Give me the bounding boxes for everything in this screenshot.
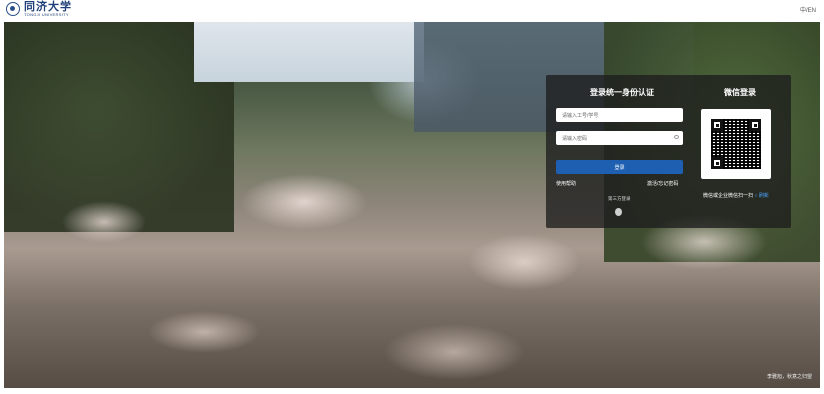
language-switch[interactable]: 中/EN [800, 5, 816, 14]
wechat-refresh-link[interactable]: ○ 刷新 [754, 193, 768, 199]
qr-pattern [711, 119, 761, 169]
university-logo[interactable]: 同济大学 TONGJI UNIVERSITY [6, 1, 72, 17]
login-title: 登录统一身份认证 [590, 88, 654, 97]
username-placeholder: 请输入工号/学号 [562, 112, 599, 119]
qr-finder-top-left [711, 119, 723, 131]
login-button-label: 登录 [614, 164, 625, 171]
photo-credit: 李雅旭，秋意之归望 [766, 374, 812, 380]
university-seal-icon [6, 2, 20, 16]
logo-chinese-name: 同济大学 [24, 0, 72, 13]
wechat-login-title: 微信登录 [724, 88, 756, 97]
password-eye-icon[interactable] [674, 135, 679, 139]
forgot-password-link[interactable]: 激活/忘记密码 [647, 180, 678, 187]
qr-finder-bottom-left [711, 157, 723, 169]
qr-finder-top-right [749, 119, 761, 131]
login-panel: 登录统一身份认证 微信登录 请输入工号/学号 请输入密码 登录 使用帮助 激活/… [546, 75, 791, 228]
username-input[interactable]: 请输入工号/学号 [556, 108, 683, 122]
help-link[interactable]: 使用帮助 [556, 180, 576, 187]
logo-text: 同济大学 TONGJI UNIVERSITY [24, 1, 72, 17]
password-placeholder: 请输入密码 [562, 135, 588, 142]
third-party-login-icon[interactable] [615, 208, 622, 216]
password-input[interactable]: 请输入密码 [556, 131, 683, 145]
wechat-scan-text: 微信或企业微信扫一扫 [703, 193, 754, 199]
wechat-scan-tip: 微信或企业微信扫一扫 ○ 刷新 [703, 192, 769, 199]
wechat-qr-code [701, 109, 771, 179]
third-party-login-label: 第三方登录 [608, 196, 631, 201]
top-bar: 同济大学 TONGJI UNIVERSITY 中/EN [0, 0, 824, 20]
login-button[interactable]: 登录 [556, 160, 683, 174]
logo-english-name: TONGJI UNIVERSITY [24, 12, 69, 17]
photo-sky [194, 22, 424, 82]
